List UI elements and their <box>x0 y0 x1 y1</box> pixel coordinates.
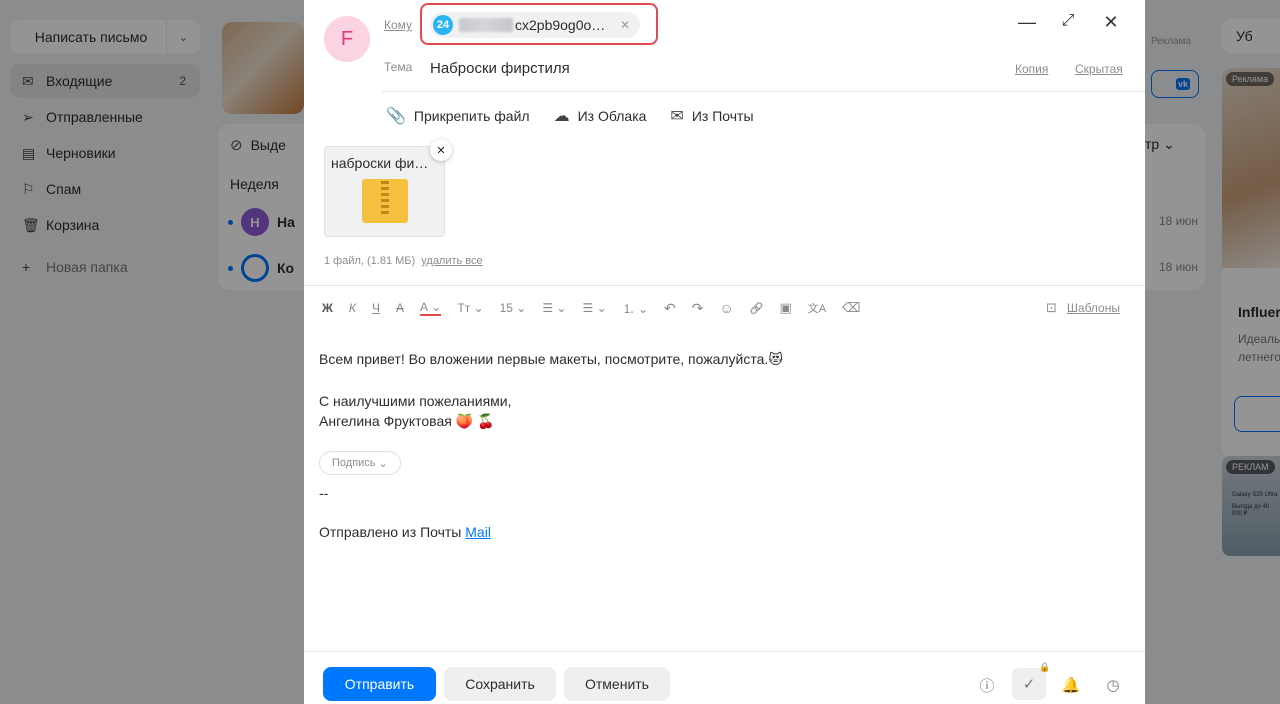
signature-separator: -- <box>319 485 329 501</box>
attach-file-label: Прикрепить файл <box>413 108 530 124</box>
bold-button[interactable]: Ж <box>322 301 333 315</box>
text-color-button[interactable]: А ⌄ <box>419 300 442 316</box>
file-summary: 1 файл, (1.81 МБ) <box>324 255 416 267</box>
expand-icon[interactable]: ⤢ <box>1056 12 1080 30</box>
cloud-icon: ☁ <box>553 108 570 125</box>
emoji-icon[interactable]: ☺ <box>720 300 734 316</box>
signature-label: Подпись <box>332 457 376 469</box>
body-line[interactable]: Всем привет! Во вложении первые макеты, … <box>319 351 783 368</box>
emoji: 🍑 🍒 <box>455 413 495 429</box>
from-cloud-label: Из Облака <box>577 108 647 124</box>
numbered-list-button[interactable]: ⒈ ⌄ <box>623 300 648 317</box>
cc-link[interactable]: Копия <box>1015 62 1048 76</box>
body-line[interactable]: Ангелина Фруктовая 🍑 🍒 <box>319 413 495 430</box>
underline-button[interactable]: Ч <box>372 301 380 315</box>
translate-icon[interactable]: 文A <box>808 300 826 316</box>
paperclip-icon: 📎 <box>386 108 406 125</box>
send-button[interactable]: Отправить <box>323 667 436 701</box>
redo-icon[interactable]: ↷ <box>692 300 704 317</box>
clock-icon[interactable]: ◷ <box>1102 674 1124 696</box>
close-icon[interactable]: ✕ <box>1099 12 1123 33</box>
signature-button[interactable]: Подпись ⌄ <box>319 451 401 475</box>
image-icon[interactable]: ▣ <box>780 300 792 316</box>
italic-button[interactable]: К <box>349 301 356 315</box>
signature-line: Отправлено из Почты Mail <box>319 524 491 540</box>
list-button[interactable]: ☰ ⌄ <box>582 301 606 315</box>
avatar: F <box>324 16 370 62</box>
clear-format-icon[interactable]: ⌫ <box>842 300 860 316</box>
templates-button[interactable]: ⊡ Шаблоны <box>1046 300 1120 316</box>
from-cloud-button[interactable]: ☁ Из Облака <box>554 106 647 126</box>
divider <box>304 285 1145 286</box>
cancel-button[interactable]: Отменить <box>564 667 670 701</box>
bell-icon[interactable]: 🔔 <box>1060 674 1082 696</box>
sent-from-text: Отправлено из Почты <box>319 524 462 540</box>
from-mail-label: Из Почты <box>691 108 754 124</box>
subject-input[interactable]: Наброски фирстиля <box>430 60 570 77</box>
font-family-button[interactable]: Тт ⌄ <box>457 301 483 315</box>
remove-attachment-icon[interactable]: ✕ <box>430 139 452 161</box>
mail-icon: ✉ <box>670 108 684 125</box>
link-icon[interactable]: 🔗 <box>750 302 764 315</box>
important-icon[interactable]: ⓘ <box>976 674 998 696</box>
minimize-icon[interactable]: — <box>1015 12 1039 33</box>
body-line[interactable]: С наилучшими пожеланиями, <box>319 393 512 409</box>
zip-file-icon <box>362 179 408 223</box>
subject-label: Тема <box>384 60 413 74</box>
attachment-card[interactable]: наброски фи… ✕ <box>324 139 452 237</box>
compose-dialog: F Кому 24 cx2pb9og0o… ✕ — ⤢ ✕ Тема Набро… <box>304 0 1145 704</box>
delete-all-link[interactable]: удалить все <box>421 255 482 267</box>
bcc-link[interactable]: Скрытая <box>1075 62 1123 76</box>
to-label[interactable]: Кому <box>384 18 412 32</box>
save-button[interactable]: Сохранить <box>444 667 556 701</box>
templates-label: Шаблоны <box>1066 301 1120 315</box>
body-text: Ангелина Фруктовая <box>319 413 452 429</box>
font-size-button[interactable]: 15 ⌄ <box>500 301 527 315</box>
attachment-summary: 1 файл, (1.81 МБ) удалить все <box>324 255 483 267</box>
formatting-toolbar: Ж К Ч А А ⌄ Тт ⌄ 15 ⌄ ☰ ⌄ ☰ ⌄ ⒈ ⌄ ↶ ↷ ☺ … <box>322 298 877 318</box>
body-text: Всем привет! Во вложении первые макеты, … <box>319 351 769 367</box>
divider <box>304 651 1145 652</box>
emoji: 😻 <box>768 351 783 367</box>
strikethrough-button[interactable]: А <box>396 301 404 315</box>
lock-icon: 🔒 <box>1039 662 1051 672</box>
attach-file-button[interactable]: 📎 Прикрепить файл <box>386 106 530 126</box>
divider <box>382 91 1145 92</box>
undo-icon[interactable]: ↶ <box>664 300 676 317</box>
attach-options: 📎 Прикрепить файл ☁ Из Облака ✉ Из Почты <box>386 106 754 126</box>
highlight-frame <box>420 3 658 45</box>
attachment-name: наброски фи… <box>331 155 429 171</box>
align-button[interactable]: ☰ ⌄ <box>542 301 566 315</box>
templates-icon: ⊡ <box>1046 300 1057 315</box>
mail-link[interactable]: Mail <box>465 524 491 540</box>
from-mail-button[interactable]: ✉ Из Почты <box>670 106 753 126</box>
